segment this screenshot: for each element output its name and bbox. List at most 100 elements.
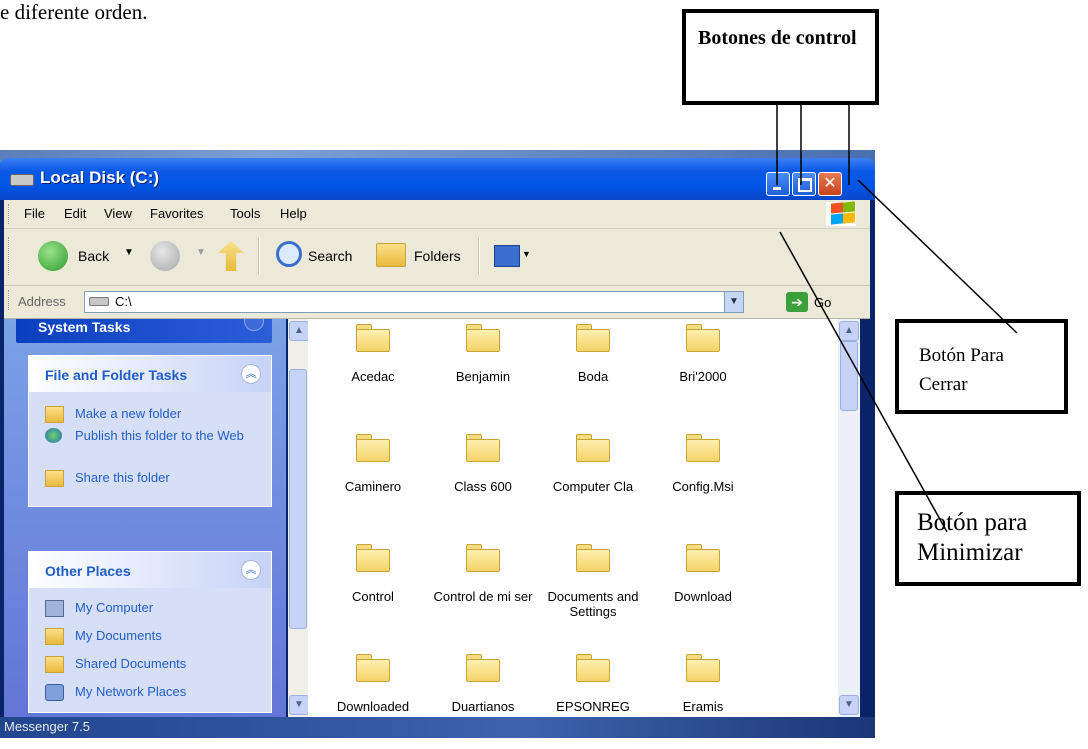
back-arrow-icon[interactable] <box>38 241 68 271</box>
folder-icon <box>576 654 610 682</box>
menu-edit[interactable]: Edit <box>64 206 86 221</box>
folder-icon <box>466 434 500 462</box>
windows-logo-icon <box>826 201 856 226</box>
folder-item[interactable]: Computer Cla <box>543 429 643 529</box>
address-input[interactable]: C:\ ▼ <box>84 291 744 313</box>
folder-icon <box>686 324 720 352</box>
maximize-icon <box>793 173 815 195</box>
menu-view[interactable]: View <box>104 206 132 221</box>
folder-item[interactable]: Bri'2000 <box>653 319 753 419</box>
menu-file[interactable]: File <box>24 206 45 221</box>
document-text: e diferente orden. <box>0 0 148 24</box>
toolbar-grip[interactable] <box>8 237 11 275</box>
folder-item[interactable]: Documents and Settings <box>543 539 643 639</box>
standard-toolbar: Back ▼ ▼ Search Folders ▼ <box>4 229 870 286</box>
folder-item[interactable]: Control de mi ser <box>433 539 533 639</box>
window-title: Local Disk (C:) <box>40 168 160 187</box>
other-places-header[interactable]: Other Places ︽ <box>29 552 271 588</box>
scroll-down-icon[interactable]: ▼ <box>839 695 859 715</box>
task-label: Make a new folder <box>75 406 182 421</box>
controls-callout: Botones de control <box>682 9 879 105</box>
address-dropdown-icon[interactable]: ▼ <box>724 292 743 312</box>
folder-label: Download <box>674 589 732 604</box>
file-list-scrollbar[interactable]: ▲ ▼ <box>838 319 860 717</box>
task-label: Publish this folder to the Web <box>75 428 244 443</box>
scroll-down-icon[interactable]: ▼ <box>289 695 309 715</box>
file-folder-tasks-title: File and Folder Tasks <box>45 367 188 383</box>
folder-label: Downloaded <box>336 699 410 714</box>
collapse-chevron-icon[interactable]: ︽ <box>241 560 261 580</box>
back-button[interactable]: Back <box>78 248 109 264</box>
folder-icon <box>356 324 390 352</box>
maximize-button[interactable] <box>792 172 816 196</box>
toolbar-grip[interactable] <box>8 204 11 224</box>
documents-folder-icon <box>45 628 64 645</box>
folder-item[interactable]: Boda <box>543 319 643 419</box>
search-icon[interactable] <box>276 241 302 267</box>
views-dropdown-icon[interactable]: ▼ <box>522 249 531 259</box>
title-bar[interactable]: Local Disk (C:) ✕ <box>0 158 875 200</box>
forward-dropdown-icon[interactable]: ▼ <box>196 247 206 258</box>
folder-item[interactable]: Downloaded <box>323 649 423 717</box>
folder-label: Control de mi ser <box>433 589 533 604</box>
menu-help[interactable]: Help <box>280 206 307 221</box>
system-tasks-title: System Tasks <box>38 319 131 335</box>
folder-label: Boda <box>577 369 609 384</box>
folder-item[interactable]: Control <box>323 539 423 639</box>
close-button[interactable]: ✕ <box>818 172 842 196</box>
minimize-callout: Botón para Minimizar <box>895 491 1081 586</box>
folder-item[interactable]: Eramis <box>653 649 753 717</box>
folder-item[interactable]: Config.Msi <box>653 429 753 529</box>
folder-item[interactable]: Duartianos <box>433 649 533 717</box>
place-label: My Computer <box>75 600 154 615</box>
minimize-button[interactable] <box>766 172 790 196</box>
close-callout: Botón Para Cerrar <box>895 319 1068 414</box>
file-list: Acedac Benjamin Boda Bri'2000 Caminero Class … <box>308 319 838 717</box>
folder-item[interactable]: Class 600 <box>433 429 533 529</box>
folder-icon <box>576 434 610 462</box>
system-tasks-header[interactable]: System Tasks <box>16 319 272 343</box>
folder-item[interactable]: Benjamin <box>433 319 533 419</box>
scroll-thumb[interactable] <box>289 369 307 629</box>
other-places-title: Other Places <box>45 563 131 579</box>
folder-icon <box>356 654 390 682</box>
folders-button[interactable]: Folders <box>414 248 461 264</box>
place-label: My Documents <box>75 628 162 643</box>
drive-icon <box>10 174 34 186</box>
collapse-icon[interactable] <box>244 319 264 331</box>
drive-icon <box>89 297 109 306</box>
folder-icon <box>576 324 610 352</box>
other-places-panel: Other Places ︽ My Computer My Documents … <box>28 551 272 713</box>
folder-icon <box>466 324 500 352</box>
folder-label: Caminero <box>344 479 402 494</box>
task-pane: System Tasks File and Folder Tasks ︽ Mak… <box>4 319 286 717</box>
folder-label: Control <box>352 589 394 604</box>
scroll-up-icon[interactable]: ▲ <box>289 321 309 341</box>
folder-label: EPSONREG <box>556 699 630 714</box>
up-folder-icon[interactable] <box>218 241 244 271</box>
menu-favorites[interactable]: Favorites <box>150 206 203 221</box>
forward-arrow-icon[interactable] <box>150 241 180 271</box>
folder-item[interactable]: Caminero <box>323 429 423 529</box>
back-dropdown-icon[interactable]: ▼ <box>124 247 134 258</box>
menu-tools[interactable]: Tools <box>230 206 260 221</box>
go-arrow-icon[interactable]: ➔ <box>786 292 808 312</box>
folder-item[interactable]: EPSONREG <box>543 649 643 717</box>
search-button[interactable]: Search <box>308 248 352 264</box>
folder-item[interactable]: Acedac <box>323 319 423 419</box>
scroll-thumb[interactable] <box>840 341 858 411</box>
folder-icon <box>356 434 390 462</box>
computer-icon <box>45 600 64 617</box>
globe-icon <box>45 428 62 443</box>
task-pane-scrollbar[interactable]: ▲ ▼ <box>288 319 309 717</box>
views-icon[interactable] <box>494 245 520 267</box>
folder-item[interactable]: Download <box>653 539 753 639</box>
go-button[interactable]: Go <box>814 295 831 310</box>
file-folder-tasks-header[interactable]: File and Folder Tasks ︽ <box>29 356 271 392</box>
collapse-chevron-icon[interactable]: ︽ <box>241 364 261 384</box>
folders-icon[interactable] <box>376 243 406 267</box>
folder-icon <box>686 544 720 572</box>
toolbar-grip[interactable] <box>8 290 11 310</box>
scroll-up-icon[interactable]: ▲ <box>839 321 859 341</box>
explorer-window: Local Disk (C:) ✕ File Edit View Favorit… <box>0 150 875 738</box>
